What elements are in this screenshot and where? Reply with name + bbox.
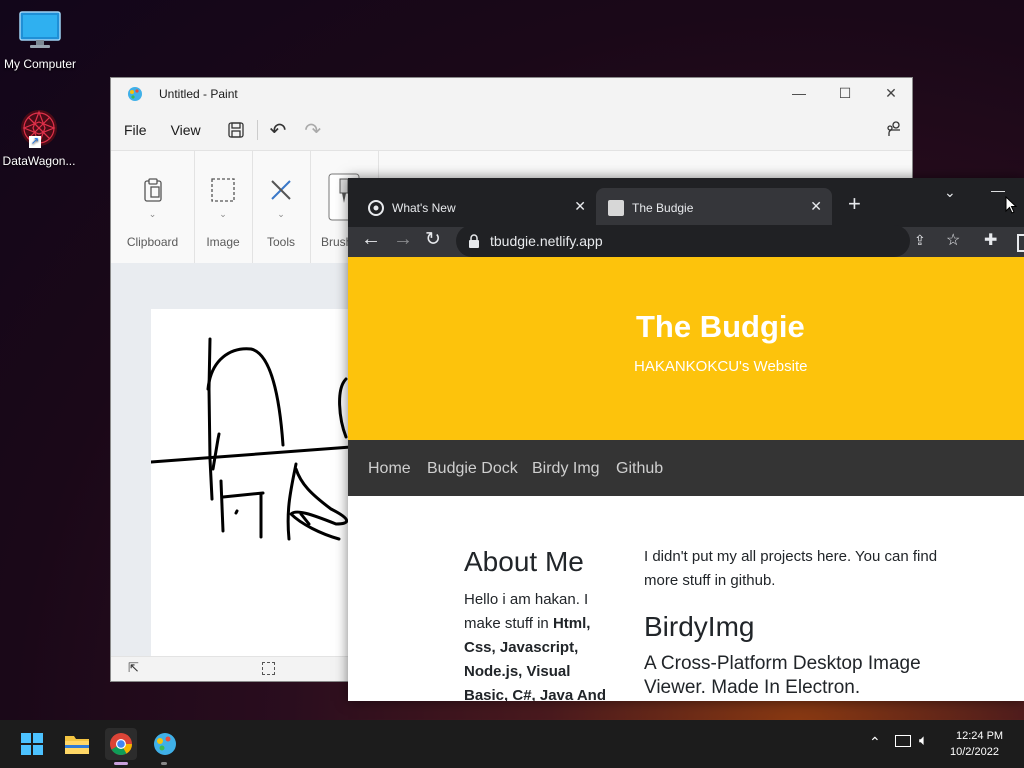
mouse-cursor-icon: [1005, 195, 1018, 219]
save-icon[interactable]: [227, 121, 245, 139]
ribbon-label: Tools: [266, 235, 295, 249]
site-nav: Home Budgie Dock Birdy Img Github: [348, 440, 1024, 496]
ribbon-label: Image: [206, 235, 240, 249]
url-text: tbudgie.netlify.app: [490, 233, 603, 249]
start-button[interactable]: [16, 728, 48, 760]
ribbon-group-image[interactable]: ⌄ Image: [194, 151, 253, 263]
paint-title: Untitled - Paint: [159, 87, 238, 101]
pointer-icon: ⇱: [128, 660, 139, 675]
site-header: The Budgie HAKANKOKCU's Website: [348, 257, 1024, 440]
forward-arrow-icon[interactable]: →: [393, 228, 413, 251]
sidepanel-icon[interactable]: [1017, 234, 1024, 252]
datawagon-icon: ↗: [15, 106, 63, 150]
monitor-icon: [0, 10, 80, 53]
nav-link-home[interactable]: Home: [368, 460, 411, 478]
bookmark-star-icon[interactable]: ☆: [946, 230, 960, 250]
file-explorer-button[interactable]: [61, 728, 93, 760]
clipboard-icon: [142, 177, 164, 206]
selection-size-icon: [262, 662, 275, 675]
extensions-icon[interactable]: ✚: [984, 230, 997, 250]
site-subtitle: HAKANKOKCU's Website: [634, 358, 808, 375]
menu-view[interactable]: View: [171, 122, 201, 138]
chrome-icon: [110, 733, 132, 755]
desktop-icon-my-computer[interactable]: My Computer: [0, 10, 80, 71]
minimize-button[interactable]: —: [991, 182, 1005, 198]
lock-icon: [468, 234, 480, 248]
back-arrow-icon[interactable]: ←: [361, 228, 381, 251]
new-tab-button[interactable]: +: [848, 191, 861, 217]
chrome-tab-icon: [368, 199, 384, 216]
paint-titlebar[interactable]: Untitled - Paint — ☐ ✕: [111, 78, 912, 110]
share-icon[interactable]: ⇪: [914, 232, 926, 249]
desktop-icon-datawagon[interactable]: ↗ DataWagon...: [0, 106, 79, 168]
undo-icon[interactable]: ↶: [270, 118, 287, 143]
windows-logo-icon: [21, 733, 43, 755]
chrome-toolbar: ← → ↻ tbudgie.netlify.app ⇪ ☆ ✚: [348, 225, 1024, 257]
ribbon-group-clipboard[interactable]: ⌄ Clipboard: [111, 151, 195, 263]
folder-icon: [65, 736, 89, 754]
nav-link-budgie-dock[interactable]: Budgie Dock: [427, 460, 518, 478]
desktop-icon-label: DataWagon...: [2, 154, 76, 168]
about-text: Hello i am hakan. I make stuff in Html, …: [464, 588, 614, 701]
taskbar: ⌃ 🔈︎ 12:24 PM 10/2/2022: [0, 720, 1024, 768]
paint-menubar: File View ↶ ↷: [111, 110, 912, 150]
chevron-down-icon: ⌄: [277, 209, 285, 219]
desktop-icon-label: My Computer: [3, 57, 77, 71]
ribbon-group-tools[interactable]: ⌄ Tools: [252, 151, 311, 263]
tab-title: What's New: [392, 200, 456, 215]
nav-link-birdy-img[interactable]: Birdy Img: [532, 460, 600, 478]
active-app-indicator: [114, 762, 128, 765]
show-hidden-icons-chevron-icon[interactable]: ⌃: [869, 734, 881, 751]
paint-icon: [154, 733, 176, 755]
close-button[interactable]: ✕: [868, 78, 914, 108]
paint-app-icon: [127, 86, 143, 102]
tab-search-chevron-icon[interactable]: ⌄: [944, 184, 956, 201]
address-bar[interactable]: tbudgie.netlify.app ⇪ ☆: [456, 225, 960, 257]
clock-date[interactable]: 10/2/2022: [950, 746, 999, 758]
volume-icon[interactable]: 🔈︎: [919, 732, 928, 749]
close-tab-icon[interactable]: ✕: [810, 198, 822, 215]
shortcut-arrow-icon: ↗: [29, 136, 41, 148]
close-tab-icon[interactable]: ✕: [574, 198, 586, 215]
separator: [256, 120, 258, 140]
redo-icon[interactable]: ↷: [304, 118, 321, 143]
budgie-tab-icon: [608, 199, 624, 216]
site-body: About Me Hello i am hakan. I make stuff …: [348, 496, 1024, 701]
chevron-down-icon: ⌄: [219, 209, 227, 219]
chevron-down-icon: ⌄: [148, 209, 157, 219]
project-subheading: A Cross-Platform Desktop Image Viewer. M…: [644, 653, 921, 698]
minimize-button[interactable]: —: [776, 78, 822, 108]
select-icon: [210, 177, 236, 206]
site-title: The Budgie: [636, 309, 805, 344]
ribbon-label: Clipboard: [126, 235, 179, 249]
clock-time[interactable]: 12:24 PM: [956, 730, 1003, 742]
paint-indicator: [161, 762, 167, 765]
project-heading: BirdyImg: [644, 611, 755, 642]
reload-icon[interactable]: ↻: [425, 228, 441, 251]
paint-taskbar-button[interactable]: [149, 728, 181, 760]
network-icon[interactable]: [895, 735, 911, 747]
chrome-taskbar-button[interactable]: [105, 728, 137, 760]
tools-icon: [268, 177, 294, 206]
chrome-tabstrip[interactable]: What's New ✕ The Budgie ✕ + ⌄ —: [348, 178, 1024, 227]
chrome-window: What's New ✕ The Budgie ✕ + ⌄ — ← → ↻ tb…: [348, 178, 1024, 701]
maximize-button[interactable]: ☐: [822, 78, 868, 108]
share-icon[interactable]: [885, 120, 903, 138]
tab-the-budgie[interactable]: The Budgie ✕: [596, 188, 832, 227]
intro-text: I didn't put my all projects here. You c…: [644, 548, 938, 589]
menu-file[interactable]: File: [124, 122, 147, 138]
tab-title: The Budgie: [632, 200, 694, 215]
nav-link-github[interactable]: Github: [616, 460, 663, 478]
tab-whats-new[interactable]: What's New ✕: [356, 188, 596, 227]
about-heading: About Me: [464, 546, 584, 577]
